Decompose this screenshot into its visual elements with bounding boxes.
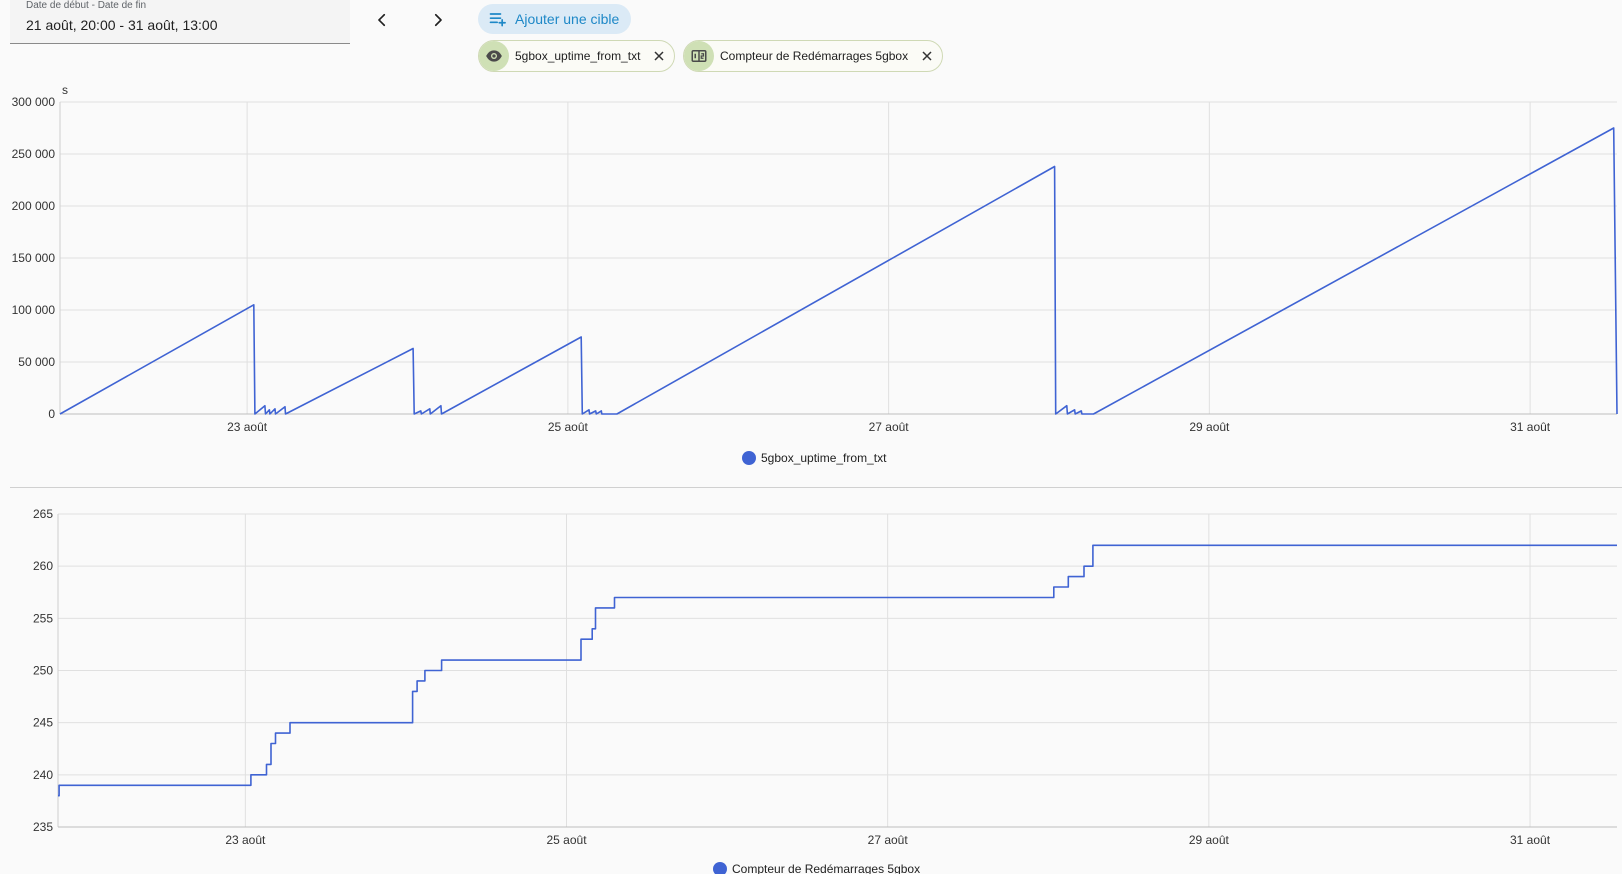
legend-label[interactable]: 5gbox_uptime_from_txt [761, 451, 887, 465]
date-range-value: 21 août, 20:00 - 31 août, 13:00 [26, 17, 218, 33]
series-line[interactable] [59, 127, 1618, 415]
y-tick-label: 240 [33, 768, 53, 782]
entity-chip-uptime-label: 5gbox_uptime_from_txt [515, 49, 641, 63]
y-tick-label: 235 [33, 820, 53, 834]
charts-divider [10, 487, 1622, 488]
legend-marker[interactable] [713, 862, 727, 874]
entity-chip-restart-counter[interactable]: Compteur de Redémarrages 5gbox [683, 40, 944, 72]
y-tick-label: 150 000 [12, 251, 56, 265]
x-tick-label: 31 août [1510, 833, 1551, 847]
close-icon [922, 51, 932, 61]
x-tick-label: 29 août [1189, 420, 1230, 434]
chevron-right-icon [434, 13, 442, 27]
y-tick-label: 300 000 [12, 95, 56, 109]
x-tick-label: 31 août [1510, 420, 1551, 434]
y-unit-label: s [62, 83, 68, 97]
counter-icon [684, 41, 714, 71]
add-target-button[interactable]: Ajouter une cible [478, 4, 632, 34]
y-tick-label: 265 [33, 507, 53, 521]
chevron-left-icon [378, 13, 386, 27]
uptime-chart[interactable]: 0 50 000 100 000 150 000 200 000 250 000 300 0… [0, 80, 1622, 480]
y-tick-label: 250 000 [12, 147, 56, 161]
x-tick-label: 27 août [869, 420, 910, 434]
date-range-label: Date de début - Date de fin [26, 0, 147, 11]
y-tick-label: 50 000 [18, 355, 55, 369]
legend-label[interactable]: Compteur de Redémarrages 5gbox [732, 862, 920, 874]
x-tick-label: 25 août [546, 833, 587, 847]
x-tick-label: 23 août [225, 833, 266, 847]
previous-period-button[interactable] [367, 5, 397, 35]
y-tick-label: 200 000 [12, 199, 56, 213]
y-tick-label: 0 [48, 407, 55, 421]
y-tick-label: 245 [33, 716, 53, 730]
restart-counter-chart[interactable]: 235 240 245 250 255 260 265 23 août 25 août 27 ao… [0, 498, 1622, 874]
x-tick-label: 29 août [1189, 833, 1230, 847]
x-tick-label: 23 août [227, 420, 268, 434]
eye-icon [479, 41, 509, 71]
add-target-label: Ajouter une cible [515, 11, 620, 27]
next-period-button[interactable] [423, 5, 453, 35]
remove-chip-uptime-button[interactable] [648, 45, 670, 67]
entity-chip-restart-counter-label: Compteur de Redémarrages 5gbox [720, 49, 909, 63]
entity-chip-uptime[interactable]: 5gbox_uptime_from_txt [478, 40, 676, 72]
y-tick-label: 250 [33, 664, 53, 678]
x-tick-label: 27 août [868, 833, 909, 847]
date-range-picker[interactable]: Date de début - Date de fin 21 août, 20:… [10, 0, 350, 44]
playlist-add-icon [489, 13, 506, 27]
x-tick-label: 25 août [548, 420, 589, 434]
legend-marker[interactable] [742, 451, 756, 465]
remove-chip-restart-counter-button[interactable] [916, 45, 938, 67]
y-tick-label: 255 [33, 611, 53, 625]
close-icon [654, 51, 664, 61]
y-tick-label: 260 [33, 559, 53, 573]
y-tick-label: 100 000 [12, 303, 56, 317]
